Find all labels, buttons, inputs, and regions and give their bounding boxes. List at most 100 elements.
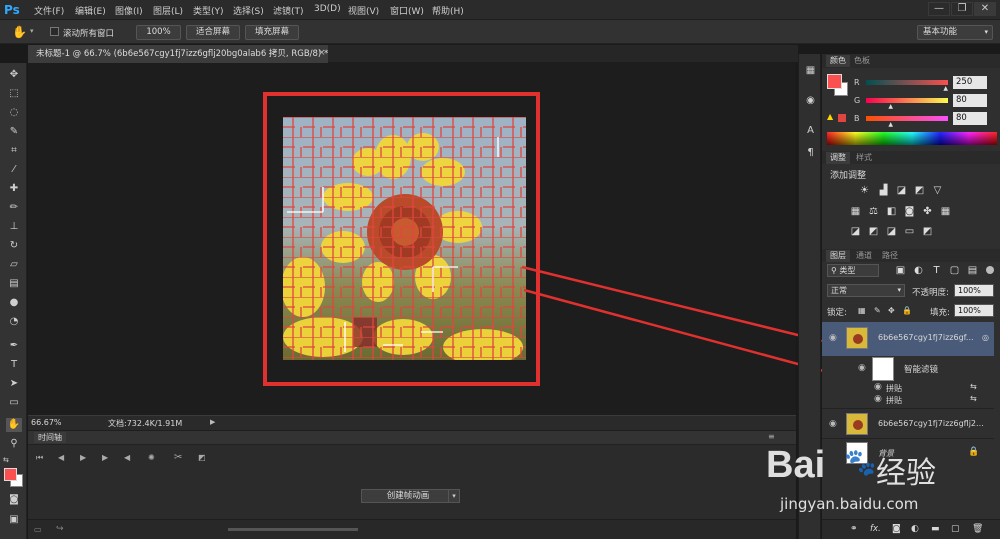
status-bar: 66.67% 文档:732.4K/1.91M ▶ <box>28 415 796 430</box>
vibrance-icon[interactable]: ▽ <box>931 185 944 197</box>
eye-icon[interactable]: ◉ <box>829 333 837 343</box>
layer-name[interactable]: 6b6e567cgy1fj7izz6gflj2... <box>878 419 984 428</box>
lock-label: 锁定: <box>827 308 847 318</box>
next-frame-icon[interactable]: ▶ <box>102 453 108 462</box>
channel-mixer-icon[interactable]: ✤ <box>921 206 934 218</box>
gradient-map-icon[interactable]: ▭ <box>903 226 916 238</box>
audio-icon[interactable]: ◀ <box>124 453 130 462</box>
photo-filter-icon[interactable]: ◙ <box>903 206 916 218</box>
tab-swatches[interactable]: 色板 <box>850 55 874 67</box>
layer-row-filter-tile-1[interactable]: ◉ 拼贴 ⇆ <box>822 382 994 394</box>
lock-position-icon[interactable]: ✥ <box>888 306 895 315</box>
levels-icon[interactable]: ▟ <box>877 185 890 197</box>
transition-icon[interactable]: ◩ <box>198 453 206 462</box>
paragraph-icon[interactable]: ¶ <box>803 146 818 160</box>
eye-icon[interactable]: ◉ <box>829 419 837 429</box>
watermark-url: jingyan.baidu.com <box>780 495 919 513</box>
eye-icon[interactable]: ◉ <box>874 382 882 392</box>
hue-saturation-icon[interactable]: ▦ <box>849 206 862 218</box>
g-slider[interactable] <box>866 98 948 103</box>
layer-name[interactable]: 6b6e567cgy1fj7izz6gf... <box>878 333 974 342</box>
b-slider[interactable] <box>866 116 948 121</box>
color-balance-icon[interactable]: ⚖ <box>867 206 880 218</box>
watermark-brand: Bai <box>766 444 826 486</box>
properties-icon[interactable]: ◉ <box>803 94 818 108</box>
status-menu-arrow-icon[interactable]: ▶ <box>210 418 215 426</box>
tab-color[interactable]: 颜色 <box>826 55 850 67</box>
lock-transparent-icon[interactable]: ▦ <box>858 306 866 315</box>
character-icon[interactable]: A <box>803 124 818 138</box>
convert-icon[interactable]: ↪ <box>56 524 64 534</box>
filter-options-icon[interactable]: ⇆ <box>970 394 977 403</box>
timeline-tab[interactable]: 时间轴 <box>34 432 66 443</box>
filter-toggle[interactable] <box>986 266 994 274</box>
tab-adjustments[interactable]: 调整 <box>826 152 850 164</box>
eye-icon[interactable]: ◉ <box>858 363 866 373</box>
b-value-input[interactable]: 80 <box>953 112 987 125</box>
smart-filters-label: 智能滤镜 <box>904 365 939 375</box>
brightness-icon[interactable]: ☀ <box>858 185 871 197</box>
create-frame-animation-button[interactable]: 创建帧动画 <box>361 489 455 503</box>
r-value-input[interactable]: 250 <box>953 76 987 89</box>
history-icon[interactable]: ▦ <box>803 64 818 78</box>
layer-row[interactable]: ◉ 6b6e567cgy1fj7izz6gflj2... <box>822 408 994 438</box>
previous-frame-icon[interactable]: ◀ <box>58 453 64 462</box>
opacity-label: 不透明度: <box>912 288 949 298</box>
g-slider-knob[interactable]: ▲ <box>888 103 893 110</box>
r-label: R <box>854 78 860 87</box>
timeline-zoom-slider[interactable] <box>228 528 358 531</box>
play-icon[interactable]: ▶ <box>80 453 86 462</box>
filter-options-icon[interactable]: ⇆ <box>970 382 977 391</box>
color-lookup-icon[interactable]: ▦ <box>939 206 952 218</box>
exposure-icon[interactable]: ◩ <box>913 185 926 197</box>
doc-size-info: 文档:732.4K/1.91M <box>108 419 183 428</box>
eye-icon[interactable]: ◉ <box>874 394 882 404</box>
g-slider-row: G ▲ 80 <box>822 94 1000 110</box>
first-frame-icon[interactable]: ⏮ <box>36 453 43 463</box>
timeline-footer-icon[interactable]: ▭ <box>34 525 42 534</box>
filter-smart-object-icon[interactable]: ▤ <box>966 265 979 277</box>
watermark-jingyan: 经验 <box>876 456 936 491</box>
filter-adjustment-icon[interactable]: ◐ <box>912 265 925 277</box>
lock-pixels-icon[interactable]: ✎ <box>874 306 881 315</box>
r-slider-knob[interactable]: ▲ <box>943 85 948 92</box>
filter-shape-icon[interactable]: ▢ <box>948 265 961 277</box>
posterize-icon[interactable]: ◩ <box>867 226 880 238</box>
layer-row-selected[interactable]: ◉ 6b6e567cgy1fj7izz6gf... ◎ <box>822 322 994 356</box>
filter-type-icon[interactable]: T <box>930 265 943 277</box>
selective-color-icon[interactable]: ◩ <box>921 226 934 238</box>
lock-all-icon[interactable]: 🔒 <box>902 306 912 315</box>
r-slider[interactable] <box>866 80 948 85</box>
opacity-input[interactable]: 100% <box>954 284 994 297</box>
foreground-color-swatch[interactable] <box>4 468 17 481</box>
scissors-icon[interactable]: ✂ <box>174 452 182 463</box>
b-label: B <box>854 114 860 123</box>
filter-mask-thumbnail <box>872 357 894 381</box>
chevron-down-icon: ▾ <box>897 286 901 294</box>
threshold-icon[interactable]: ◪ <box>885 226 898 238</box>
foreground-color-chip[interactable] <box>827 74 842 89</box>
filter-pixel-icon[interactable]: ▣ <box>894 265 907 277</box>
layer-row-filter-tile-2[interactable]: ◉ 拼贴 ⇆ <box>822 394 994 406</box>
b-slider-knob[interactable]: ▲ <box>888 121 893 128</box>
zoom-level[interactable]: 66.67% <box>31 418 62 427</box>
filter-name: 拼贴 <box>886 384 902 393</box>
layer-thumbnail <box>846 327 868 349</box>
tab-styles[interactable]: 样式 <box>852 152 876 164</box>
g-value-input[interactable]: 80 <box>953 94 987 107</box>
blend-mode-dropdown[interactable]: 正常 ▾ <box>827 284 905 297</box>
settings-icon[interactable]: ✺ <box>148 453 155 462</box>
filter-name: 拼贴 <box>886 396 902 405</box>
layer-filter-dropdown[interactable]: ⚲ 类型 <box>827 264 879 277</box>
curves-icon[interactable]: ◪ <box>895 185 908 197</box>
tab-paths[interactable]: 路径 <box>878 250 902 262</box>
fill-input[interactable]: 100% <box>954 304 994 317</box>
invert-icon[interactable]: ◪ <box>849 226 862 238</box>
chevron-down-icon[interactable]: ▾ <box>448 489 460 503</box>
tab-layers[interactable]: 图层 <box>826 250 850 262</box>
add-adjustment-title: 添加调整 <box>830 171 867 181</box>
color-spectrum-bar[interactable] <box>827 132 997 145</box>
tab-channels[interactable]: 通道 <box>852 250 876 262</box>
layer-row-smart-filters[interactable]: ◉ 智能滤镜 <box>822 356 994 382</box>
black-white-icon[interactable]: ◧ <box>885 206 898 218</box>
